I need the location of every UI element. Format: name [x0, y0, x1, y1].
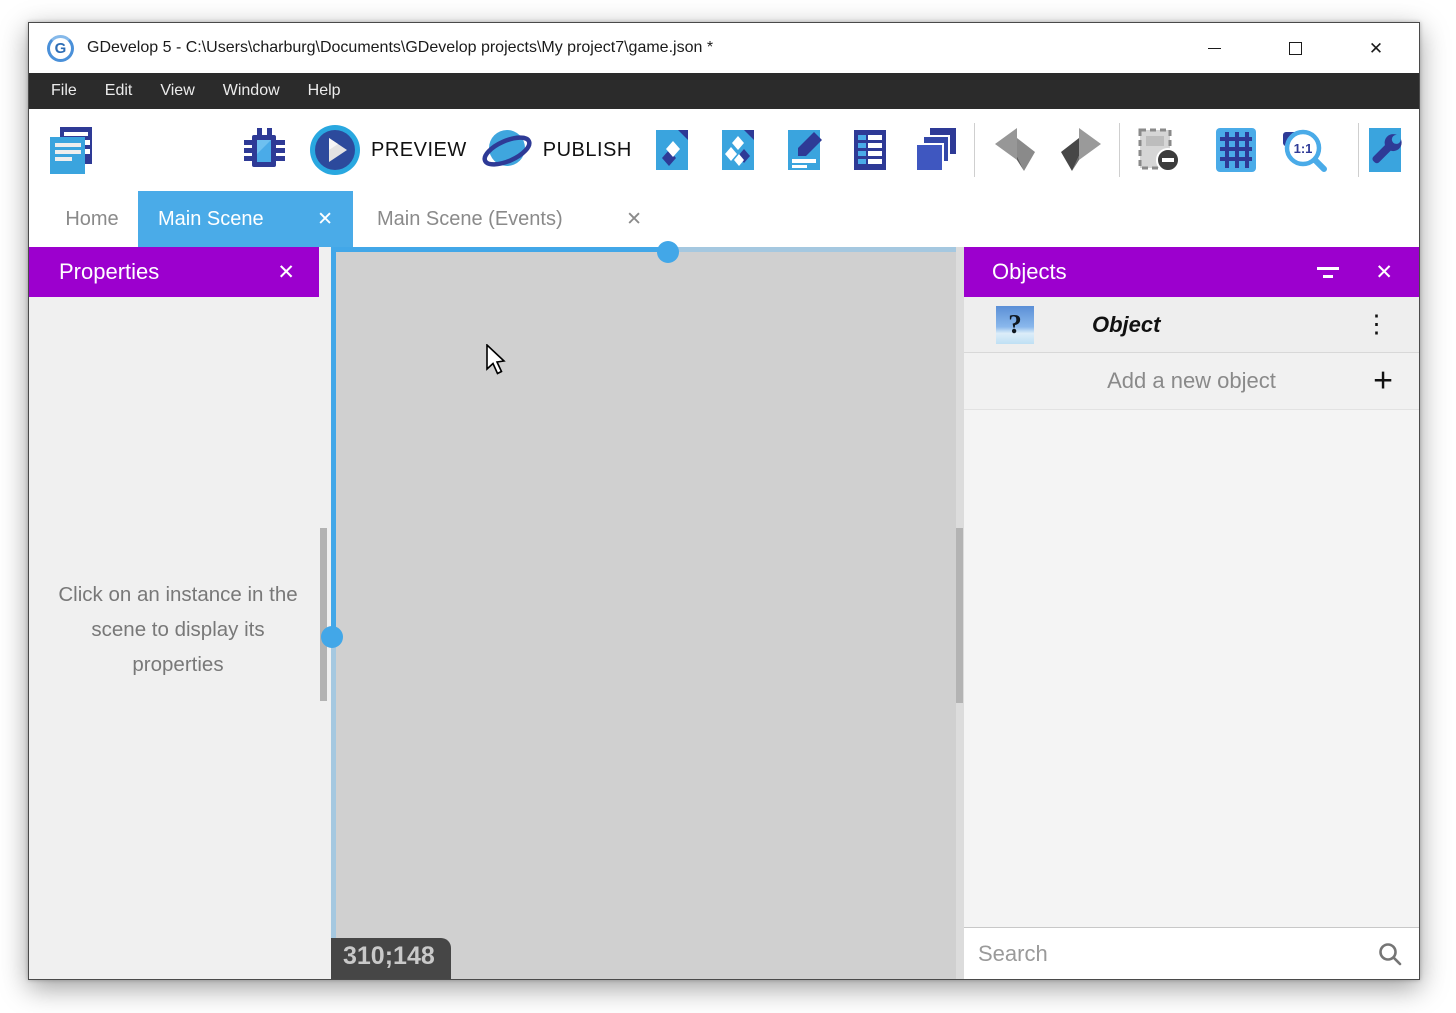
objects-search-input[interactable]	[978, 941, 1377, 967]
canvas-right-scrollbar-thumb[interactable]	[956, 528, 963, 703]
menu-bar: File Edit View Window Help	[29, 73, 1419, 109]
object-menu-icon[interactable]: ⋮	[1364, 312, 1389, 337]
preview-button[interactable]: PREVIEW	[309, 124, 467, 176]
tab-close-icon[interactable]: ✕	[626, 210, 642, 229]
mouse-cursor-icon	[486, 344, 510, 376]
tab-main-scene-events[interactable]: Main Scene (Events) ✕	[353, 191, 666, 247]
tab-main-scene[interactable]: Main Scene ✕	[138, 191, 353, 247]
publish-button[interactable]: PUBLISH	[481, 124, 632, 176]
wrench-icon	[1361, 126, 1409, 174]
menu-help[interactable]: Help	[294, 73, 355, 109]
toolbar-separator	[1358, 123, 1359, 177]
cursor-coordinates-badge: 310;148	[331, 938, 451, 979]
search-icon	[1377, 941, 1403, 967]
zoom-1-1-icon: 1:1	[1280, 126, 1328, 174]
minimize-button[interactable]	[1199, 33, 1229, 63]
layers-icon	[912, 126, 960, 174]
window-title: GDevelop 5 - C:\Users\charburg\Documents…	[87, 39, 713, 57]
menu-file[interactable]: File	[37, 73, 91, 109]
properties-panel-title: Properties	[59, 259, 159, 285]
project-manager-button[interactable]	[45, 124, 97, 176]
project-manager-icon	[45, 124, 97, 176]
close-button[interactable]: ✕	[1361, 33, 1391, 63]
redo-icon	[1057, 126, 1105, 174]
menu-view[interactable]: View	[146, 73, 208, 109]
grid-icon	[1212, 126, 1260, 174]
scene-vertical-scroll-track	[331, 247, 336, 979]
edit-pencil-icon	[780, 126, 828, 174]
maximize-icon	[1289, 42, 1302, 55]
toggle-grid-button[interactable]	[1212, 126, 1260, 174]
menu-edit[interactable]: Edit	[91, 73, 147, 109]
tab-home[interactable]: Home	[46, 191, 138, 247]
objects-editor-icon	[648, 126, 696, 174]
properties-hint-text: Click on an instance in the scene to dis…	[43, 577, 313, 682]
main-content: Properties ✕ Click on an instance in the…	[29, 247, 1419, 979]
toolbar-separator	[974, 123, 975, 177]
plus-icon: +	[1373, 362, 1393, 401]
toolbar-separator	[1119, 123, 1120, 177]
objects-editor-button[interactable]	[648, 126, 696, 174]
close-icon: ✕	[1369, 40, 1383, 57]
scene-horizontal-scroll-handle[interactable]	[657, 241, 679, 263]
scene-editor: 310;148	[331, 247, 964, 979]
add-object-row[interactable]: Add a new object +	[964, 353, 1419, 410]
scene-horizontal-scroll-track	[331, 247, 956, 252]
objects-search-bar	[964, 927, 1419, 979]
publish-globe-icon	[481, 124, 533, 176]
menu-window[interactable]: Window	[209, 73, 294, 109]
scene-properties-button[interactable]	[780, 126, 828, 174]
objects-panel-header: Objects ✕	[964, 247, 1419, 297]
play-icon	[309, 124, 361, 176]
add-object-label: Add a new object	[1107, 368, 1276, 394]
gdevelop-logo-icon: G	[47, 35, 74, 62]
tab-bar: Home Main Scene ✕ Main Scene (Events) ✕	[29, 191, 1419, 247]
objects-panel-title: Objects	[992, 259, 1067, 285]
properties-panel-header: Properties ✕	[29, 247, 319, 297]
maximize-button[interactable]	[1280, 33, 1310, 63]
window-mask-icon	[1134, 126, 1182, 174]
redo-button[interactable]	[1057, 126, 1105, 174]
svg-text:1:1: 1:1	[1293, 141, 1312, 156]
properties-panel: Properties ✕ Click on an instance in the…	[29, 247, 331, 979]
objects-panel: Objects ✕ ? Object ⋮ Add a new object +	[964, 247, 1419, 979]
minimize-icon	[1208, 48, 1221, 49]
debugger-icon	[239, 125, 289, 175]
tab-close-icon[interactable]: ✕	[317, 210, 333, 229]
object-groups-icon	[714, 126, 762, 174]
undo-icon	[991, 126, 1039, 174]
tab-main-scene-events-label: Main Scene (Events)	[377, 208, 563, 231]
scene-vertical-scroll-handle[interactable]	[321, 626, 343, 648]
filter-icon[interactable]	[1317, 267, 1339, 278]
undo-button[interactable]	[991, 126, 1039, 174]
debugger-button[interactable]	[239, 125, 289, 175]
tab-home-label: Home	[65, 208, 118, 231]
publish-label: PUBLISH	[543, 139, 632, 162]
object-groups-button[interactable]	[714, 126, 762, 174]
zoom-original-button[interactable]: 1:1	[1280, 126, 1328, 174]
title-bar: G GDevelop 5 - C:\Users\charburg\Documen…	[29, 23, 1419, 73]
instances-list-icon	[846, 126, 894, 174]
gdevelop-window: G GDevelop 5 - C:\Users\charburg\Documen…	[28, 22, 1420, 980]
toggle-mask-button[interactable]	[1134, 126, 1182, 174]
canvas-right-scrollbar	[956, 247, 964, 979]
settings-button[interactable]	[1361, 126, 1409, 174]
properties-close-icon[interactable]: ✕	[277, 262, 295, 283]
object-list-item[interactable]: ? Object ⋮	[964, 297, 1419, 353]
instances-list-button[interactable]	[846, 126, 894, 174]
properties-scrollbar[interactable]	[320, 528, 327, 701]
scene-canvas[interactable]: 310;148	[331, 247, 956, 979]
tab-main-scene-label: Main Scene	[158, 208, 264, 231]
object-question-icon: ?	[996, 306, 1034, 344]
layers-button[interactable]	[912, 126, 960, 174]
objects-close-icon[interactable]: ✕	[1375, 262, 1393, 283]
object-name: Object	[1092, 312, 1160, 338]
preview-label: PREVIEW	[371, 139, 467, 162]
toolbar: PREVIEW PUBLISH	[29, 109, 1419, 191]
